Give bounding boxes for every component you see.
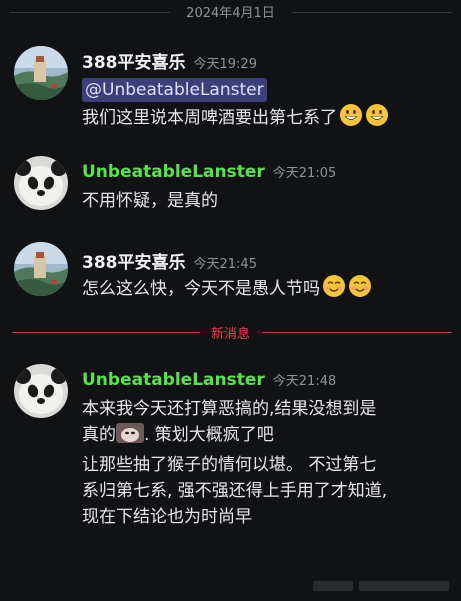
grinning-face-emoji (365, 103, 389, 135)
new-messages-divider: 新消息 (0, 322, 461, 342)
username[interactable]: 388平安喜乐 (82, 253, 186, 273)
avatar[interactable] (14, 156, 68, 210)
username[interactable]: UnbeatableLanster (82, 370, 265, 390)
grinning-face-emoji (339, 103, 363, 135)
message-text: 系归第七系, 强不强还得上手用了才知道, (82, 481, 388, 501)
username[interactable]: UnbeatableLanster (82, 162, 265, 182)
timestamp: 今天21:45 (193, 257, 257, 272)
message-text: 我们这里说本周啤酒要出第七系了 (82, 108, 337, 128)
divider-line (262, 332, 452, 333)
message-text: 本来我今天还打算恶搞的,结果没想到是 (82, 399, 377, 419)
date-divider: 2024年4月1日 (0, 0, 461, 26)
timestamp: 今天21:05 (272, 166, 337, 181)
message-text: 让那些抽了猴子的情何以堪。 不过第七 (82, 455, 377, 475)
timestamp: 今天19:29 (193, 57, 257, 72)
message-text: 真的 (82, 425, 116, 445)
custom-emoji-image[interactable] (116, 423, 144, 443)
message-text: 不用怀疑，是真的 (82, 191, 218, 211)
watermark (313, 577, 453, 595)
avatar[interactable] (14, 242, 68, 296)
avatar[interactable] (14, 46, 68, 100)
timestamp: 今天21:48 (272, 374, 337, 389)
username[interactable]: 388平安喜乐 (82, 53, 186, 73)
user-mention[interactable]: @UnbeatableLanster (82, 78, 267, 102)
smiling-face-with-blush-emoji (322, 274, 346, 306)
avatar[interactable] (14, 364, 68, 418)
message-text: . 策划大概疯了吧 (144, 425, 274, 445)
divider-line (292, 12, 452, 13)
message-text: 现在下结论也为时尚早 (82, 507, 252, 527)
smiling-face-with-blush-emoji (348, 274, 372, 306)
message-text: 怎么这么快，今天不是愚人节吗 (82, 279, 320, 299)
